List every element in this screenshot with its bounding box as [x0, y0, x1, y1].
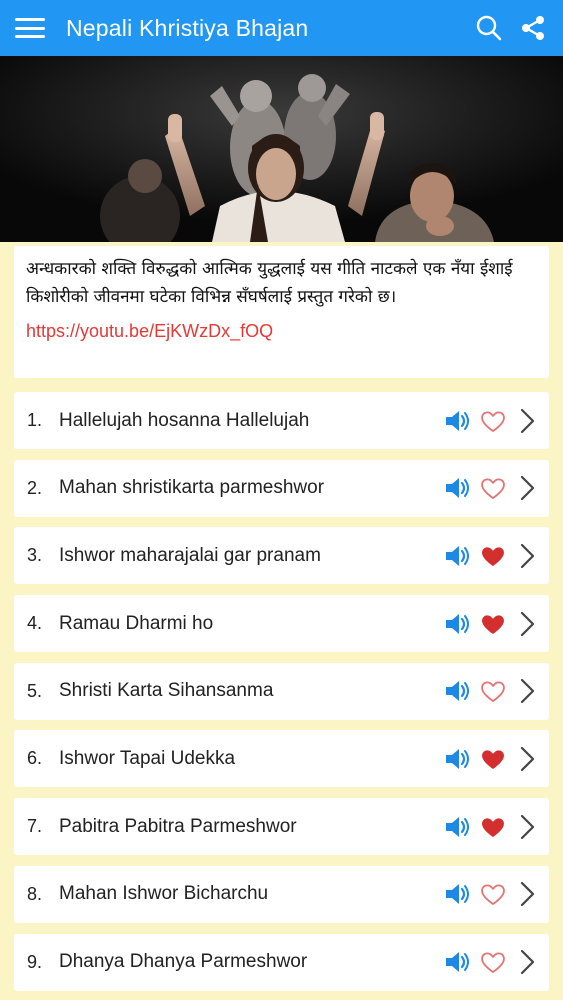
song-row[interactable]: 3. Ishwor maharajalai gar pranam [14, 527, 549, 585]
chevron-right-icon[interactable] [515, 812, 539, 842]
song-number: 6. [27, 748, 43, 769]
song-title: Hallelujah hosanna Hallelujah [59, 409, 310, 431]
song-title: Ramau Dharmi ho [59, 612, 214, 634]
song-row[interactable]: 8. Mahan Ishwor Bicharchu [14, 865, 549, 923]
share-button[interactable] [511, 0, 555, 56]
share-icon [522, 16, 544, 40]
song-number: 5. [27, 680, 43, 701]
heart-filled-icon[interactable] [479, 542, 507, 570]
heart-filled-icon[interactable] [479, 745, 507, 773]
heart-outline-icon[interactable] [479, 474, 507, 502]
song-row[interactable]: 4. Ramau Dharmi ho [14, 595, 549, 653]
song-title: Ishwor maharajalai gar pranam [59, 544, 321, 566]
speaker-icon[interactable] [442, 947, 472, 977]
youtube-link[interactable]: https://youtu.be/EjKWzDx_fOQ [26, 321, 537, 342]
speaker-icon[interactable] [442, 609, 472, 639]
heart-outline-icon[interactable] [479, 407, 507, 435]
speaker-icon[interactable] [442, 541, 472, 571]
chevron-right-icon[interactable] [515, 676, 539, 706]
song-row[interactable]: 5. Shristi Karta Sihansanma [14, 662, 549, 720]
song-number: 8. [27, 883, 43, 904]
song-number: 1. [27, 410, 43, 430]
speaker-icon[interactable] [442, 473, 472, 503]
speaker-icon[interactable] [442, 676, 472, 706]
search-icon [476, 15, 502, 41]
banner-illustration [0, 56, 563, 242]
heart-outline-icon[interactable] [479, 880, 507, 908]
song-title: Dhanya Dhanya Parmeshwor [59, 951, 308, 972]
chevron-right-icon[interactable] [515, 609, 539, 639]
song-row[interactable]: 9. Dhanya Dhanya Parmeshwor [14, 933, 549, 991]
song-row[interactable]: 7. Pabitra Pabitra Parmeshwor [14, 798, 549, 856]
song-row[interactable]: 6. Ishwor Tapai Udekka [14, 730, 549, 788]
speaker-icon[interactable] [442, 744, 472, 774]
menu-icon [15, 18, 45, 38]
app-title: Nepali Khristiya Bhajan [66, 14, 309, 41]
speaker-icon[interactable] [442, 812, 472, 842]
chevron-right-icon[interactable] [515, 744, 539, 774]
heart-filled-icon[interactable] [479, 813, 507, 841]
song-title: Mahan Ishwor Bicharchu [59, 883, 269, 905]
speaker-icon[interactable] [442, 406, 472, 436]
song-title: Shristi Karta Sihansanma [59, 680, 274, 702]
song-title: Ishwor Tapai Udekka [59, 747, 236, 769]
heart-outline-icon[interactable] [479, 948, 507, 976]
song-number: 7. [27, 816, 43, 837]
chevron-right-icon[interactable] [515, 541, 539, 571]
search-button[interactable] [467, 0, 511, 56]
app-bar: Nepali Khristiya Bhajan [0, 0, 563, 56]
description-card: अन्धकारको शक्ति विरुद्धको आत्मिक युद्धला… [14, 246, 549, 378]
chevron-right-icon[interactable] [515, 879, 539, 909]
song-number: 2. [27, 477, 43, 498]
speaker-icon[interactable] [442, 879, 472, 909]
song-title: Mahan shristikarta parmeshwor [59, 477, 325, 499]
chevron-right-icon[interactable] [515, 406, 539, 436]
song-row[interactable]: 2. Mahan shristikarta parmeshwor [14, 459, 549, 517]
chevron-right-icon[interactable] [515, 947, 539, 977]
heart-outline-icon[interactable] [479, 677, 507, 705]
chevron-right-icon[interactable] [515, 473, 539, 503]
song-number: 3. [27, 545, 43, 566]
description-text: अन्धकारको शक्ति विरुद्धको आत्मिक युद्धला… [26, 259, 513, 307]
song-number: 9. [27, 951, 43, 972]
song-list: 1. Hallelujah hosanna Hallelujah 2. Mahan s… [14, 392, 549, 1000]
heart-filled-icon[interactable] [479, 610, 507, 638]
banner-image [0, 56, 563, 242]
menu-button[interactable] [0, 0, 60, 56]
song-number: 4. [27, 613, 43, 634]
song-title: Pabitra Pabitra Parmeshwor [59, 815, 297, 837]
song-row[interactable]: 1. Hallelujah hosanna Hallelujah [14, 392, 549, 449]
